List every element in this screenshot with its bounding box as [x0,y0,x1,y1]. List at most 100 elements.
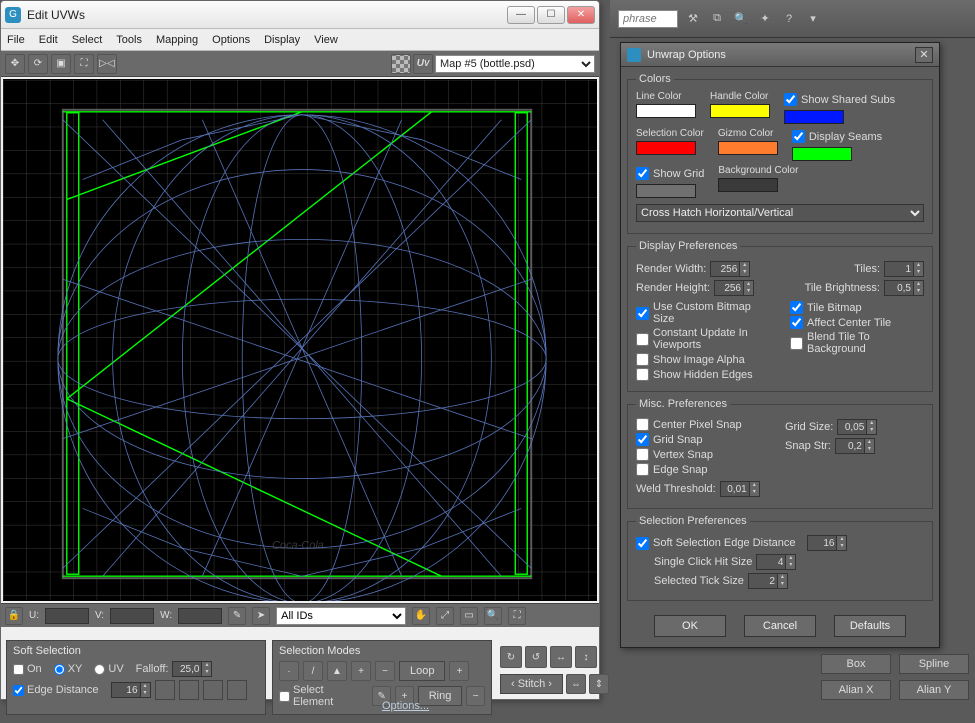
freeform-icon[interactable]: ⛶ [74,54,94,74]
uv-label-icon[interactable]: UV [413,54,433,74]
affect-center-checkbox[interactable]: Affect Center Tile [790,316,924,329]
star-icon[interactable]: ✦ [756,10,774,28]
vertex-snap-checkbox[interactable]: Vertex Snap [636,448,775,461]
magnet-icon[interactable]: ⧉ [708,10,726,28]
display-seams-checkbox[interactable]: Display Seams [792,130,882,143]
fit-icon[interactable]: ⛶ [508,607,526,625]
cancel-button[interactable]: Cancel [744,615,816,637]
use-custom-checkbox[interactable]: Use Custom Bitmap Size [636,301,770,325]
menu-options[interactable]: Options [212,34,250,46]
plus-icon[interactable]: + [351,661,371,681]
menu-select[interactable]: Select [72,34,103,46]
falloff-curve-1[interactable] [155,680,175,700]
options-titlebar[interactable]: Unwrap Options ✕ [621,43,939,67]
align-x-button[interactable]: Alian X [821,680,891,700]
align-y-button[interactable]: Alian Y [899,680,969,700]
menu-mapping[interactable]: Mapping [156,34,198,46]
rotate-cw-icon[interactable]: ↻ [500,646,522,668]
zoom-extents-icon[interactable]: ⤢ [436,607,454,625]
render-height-spinner[interactable]: ▴▾ [714,280,754,296]
center-pixel-checkbox[interactable]: Center Pixel Snap [636,418,775,431]
toolbox-icon[interactable]: ⚒ [684,10,702,28]
menu-edit[interactable]: Edit [39,34,58,46]
shrink-icon[interactable]: ↕ [575,646,597,668]
constant-update-checkbox[interactable]: Constant Update In Viewports [636,327,770,351]
edge-mode-icon[interactable]: / [303,661,323,681]
grid-color-swatch[interactable] [636,184,696,198]
face-mode-icon[interactable]: ▲ [327,661,347,681]
edge-snap-checkbox[interactable]: Edge Snap [636,463,775,476]
maximize-button[interactable]: ☐ [537,6,565,24]
single-click-spinner[interactable]: ▴▾ [756,554,796,570]
align-h-icon[interactable]: ⇔ [566,674,586,694]
menu-view[interactable]: View [314,34,338,46]
options-link[interactable]: Options... [382,700,429,712]
select-element-checkbox[interactable]: Select Element [279,684,360,708]
bg-color-swatch[interactable] [718,178,778,192]
pan-icon[interactable]: ✋ [412,607,430,625]
scale-icon[interactable]: ▣ [51,54,71,74]
box-button[interactable]: Box [821,654,891,674]
line-color-swatch[interactable] [636,104,696,118]
show-grid-checkbox[interactable]: Show Grid [636,167,704,180]
search-input[interactable] [618,10,678,28]
shared-color-swatch[interactable] [784,110,844,124]
minus-icon[interactable]: − [375,661,395,681]
show-alpha-checkbox[interactable]: Show Image Alpha [636,353,770,366]
falloff-curve-4[interactable] [227,680,247,700]
zoom-icon[interactable]: 🔍 [732,10,750,28]
expand-icon[interactable]: ↔ [550,646,572,668]
menu-file[interactable]: File [7,34,25,46]
close-button[interactable]: ✕ [915,47,933,63]
selection-color-swatch[interactable] [636,141,696,155]
rotate-icon[interactable]: ⟳ [28,54,48,74]
seams-color-swatch[interactable] [792,147,852,161]
soft-edge-checkbox[interactable]: Soft Selection Edge Distance ▴▾ [636,535,924,551]
map-selector[interactable]: Map #5 (bottle.psd) [435,55,595,73]
gizmo-color-swatch[interactable] [718,141,778,155]
ids-selector[interactable]: All IDs [276,607,406,625]
titlebar[interactable]: G Edit UVWs — ☐ ✕ [1,1,599,29]
ok-button[interactable]: OK [654,615,726,637]
render-width-spinner[interactable]: ▴▾ [710,261,750,277]
ring-minus-icon[interactable]: − [466,686,485,706]
falloff-curve-2[interactable] [179,680,199,700]
handle-color-swatch[interactable] [710,104,770,118]
brush-icon[interactable]: ✎ [228,607,246,625]
edge-distance-checkbox[interactable]: Edge Distance [13,684,99,696]
rotate-ccw-icon[interactable]: ↺ [525,646,547,668]
align-v-icon[interactable]: ⇕ [589,674,609,694]
tile-bitmap-checkbox[interactable]: Tile Bitmap [790,301,924,314]
menu-display[interactable]: Display [264,34,300,46]
zoom-icon[interactable]: 🔍 [484,607,502,625]
help-icon[interactable]: ? [780,10,798,28]
show-shared-checkbox[interactable]: Show Shared Subs [784,93,895,106]
hatch-selector[interactable]: Cross Hatch Horizontal/Vertical [636,204,924,222]
falloff-spinner[interactable]: ▴▾ [172,661,212,677]
menu-tools[interactable]: Tools [116,34,142,46]
weld-threshold-spinner[interactable]: ▴▾ [720,481,760,497]
loop-plus-icon[interactable]: + [449,661,469,681]
snap-str-spinner[interactable]: ▴▾ [835,438,875,454]
tile-brightness-spinner[interactable]: ▴▾ [884,280,924,296]
falloff-curve-3[interactable] [203,680,223,700]
tick-size-spinner[interactable]: ▴▾ [748,573,788,589]
show-hidden-checkbox[interactable]: Show Hidden Edges [636,368,770,381]
lock-icon[interactable]: 🔒 [5,607,23,625]
w-spinner[interactable] [178,608,222,624]
defaults-button[interactable]: Defaults [834,615,906,637]
checker-icon[interactable] [391,54,411,74]
xy-radio[interactable]: XY [54,663,83,675]
stitch-button[interactable]: ‹ Stitch › [500,674,563,694]
loop-button[interactable]: Loop [399,661,445,681]
zoom-region-icon[interactable]: ▭ [460,607,478,625]
edge-distance-spinner[interactable]: ▴▾ [111,682,151,698]
send-icon[interactable]: ➤ [252,607,270,625]
grid-size-spinner[interactable]: ▴▾ [837,419,877,435]
tiles-spinner[interactable]: ▴▾ [884,261,924,277]
v-spinner[interactable] [110,608,154,624]
move-icon[interactable]: ✥ [5,54,25,74]
uv-viewport[interactable]: Coca-Cola [3,79,597,601]
minimize-button[interactable]: — [507,6,535,24]
spline-button[interactable]: Spline [899,654,969,674]
